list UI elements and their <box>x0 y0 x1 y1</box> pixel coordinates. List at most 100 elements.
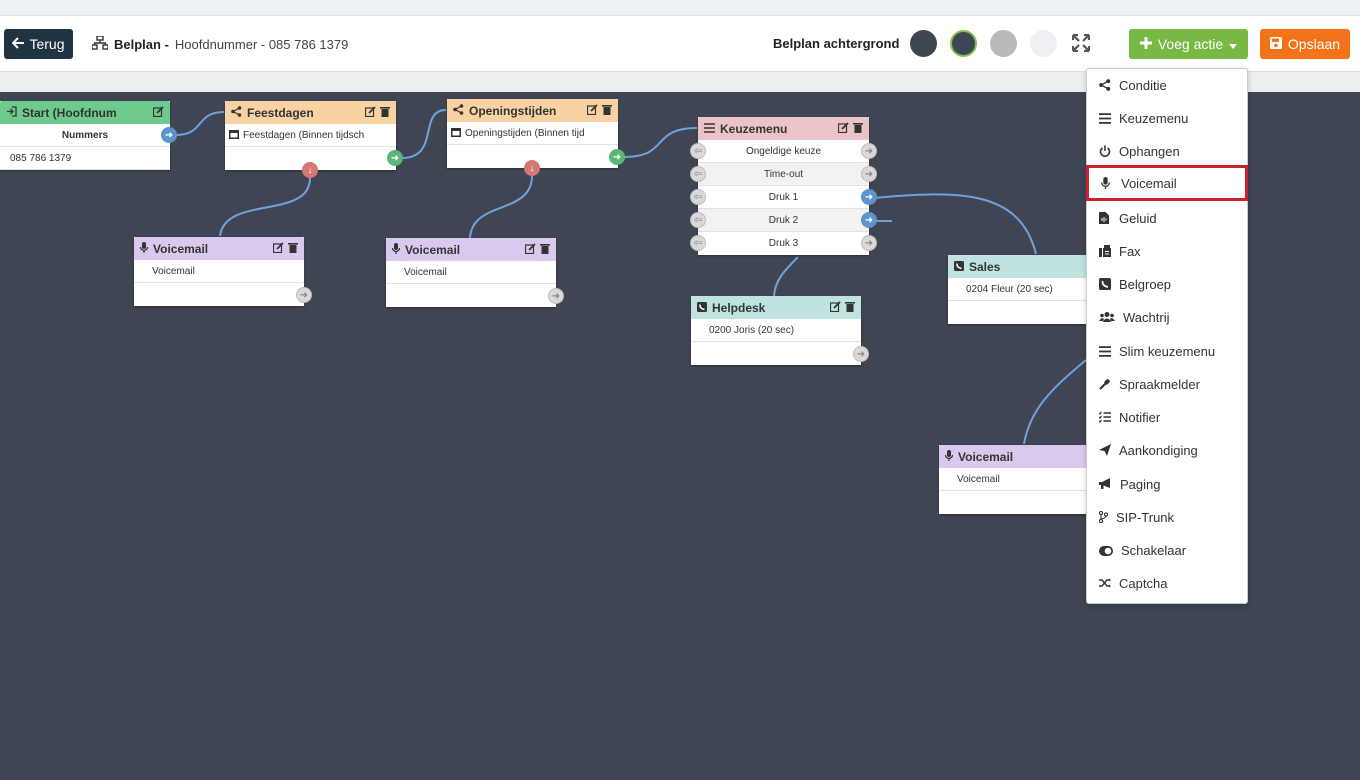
node-feestdagen-row: Feestdagen (Binnen tijdsch <box>225 124 396 147</box>
trash-icon[interactable] <box>845 301 855 315</box>
menu-item-sip-trunk[interactable]: SIP-Trunk <box>1087 502 1247 532</box>
menu-item-captcha[interactable]: Captcha <box>1087 568 1247 598</box>
node-voicemail-row: Voicemail <box>386 261 556 284</box>
edit-icon[interactable] <box>829 300 841 315</box>
edit-icon[interactable] <box>364 105 376 120</box>
menu-item-label: Belgroep <box>1119 276 1172 292</box>
trash-icon[interactable] <box>853 122 863 136</box>
port-feestdagen-down[interactable]: ↓ <box>302 162 318 178</box>
menu-item-label: Geluid <box>1119 210 1157 226</box>
node-helpdesk-row: 0200 Joris (20 sec) <box>691 319 861 342</box>
menu-item-label: Fax <box>1119 243 1141 259</box>
port-voicemail-out[interactable]: ➜ <box>296 287 312 303</box>
edit-icon[interactable] <box>524 242 536 257</box>
menu-item-conditie[interactable]: Conditie <box>1087 70 1247 100</box>
keuzemenu-option: Ongeldige keuze <box>698 140 869 163</box>
edit-icon[interactable] <box>272 241 284 256</box>
phone-square-icon <box>1099 278 1111 290</box>
trash-icon[interactable] <box>602 104 612 118</box>
port-voicemail-out[interactable]: ➜ <box>548 288 564 304</box>
node-voicemail-header: Voicemail <box>134 237 304 260</box>
port-start-out[interactable]: ➜ <box>161 127 177 143</box>
node-start[interactable]: Start (Hoofdnum Nummers 085 786 1379 <box>0 101 170 170</box>
port-keuzemenu-in[interactable]: ⇦ <box>690 143 706 159</box>
menu-item-ophangen[interactable]: Ophangen <box>1087 136 1247 166</box>
audio-file-icon <box>1099 212 1111 224</box>
port-feestdagen-out[interactable]: ➜ <box>387 150 403 166</box>
menu-item-label: Aankondiging <box>1119 442 1198 458</box>
menu-item-slim-keuzemenu[interactable]: Slim keuzemenu <box>1087 336 1247 366</box>
node-sales[interactable]: Sales 0204 Fleur (20 sec) <box>948 255 1098 324</box>
menu-item-fax[interactable]: Fax <box>1087 236 1247 266</box>
menu-item-label: Conditie <box>1119 77 1167 93</box>
node-openingstijden-row-label: Openingstijden (Binnen tijd <box>465 127 585 139</box>
add-action-menu: Conditie Keuzemenu Ophangen Voicemail Ge… <box>1086 68 1248 604</box>
keuzemenu-option: Druk 3 <box>768 238 799 249</box>
node-openingstijden[interactable]: Openingstijden Openingstijden (Binnen ti… <box>447 99 618 168</box>
node-voicemail-header: Voicemail <box>386 238 556 261</box>
port-keuzemenu-in[interactable]: ⇦ <box>690 189 706 205</box>
port-keuzemenu-out[interactable]: ➜ <box>861 235 877 251</box>
menu-item-aankondiging[interactable]: Aankondiging <box>1087 435 1247 465</box>
port-keuzemenu-out-active[interactable]: ➜ <box>861 189 877 205</box>
node-sales-row: 0204 Fleur (20 sec) <box>948 278 1098 301</box>
menu-item-label: Spraakmelder <box>1119 376 1200 392</box>
edit-icon[interactable] <box>586 103 598 118</box>
random-icon <box>1099 577 1111 589</box>
node-voicemail-1[interactable]: Voicemail Voicemail <box>134 237 304 306</box>
node-voicemail-3[interactable]: Voicemail Voicemail <box>939 445 1094 514</box>
port-keuzemenu-in[interactable]: ⇦ <box>690 235 706 251</box>
microphone-icon <box>139 241 149 256</box>
node-keuzemenu-header: Keuzemenu <box>698 117 869 140</box>
port-keuzemenu-out-active[interactable]: ➜ <box>861 212 877 228</box>
menu-item-wachtrij[interactable]: Wachtrij <box>1087 302 1247 332</box>
menu-item-label: Keuzemenu <box>1119 110 1189 126</box>
menu-item-geluid[interactable]: Geluid <box>1087 203 1247 233</box>
menu-item-schakelaar[interactable]: Schakelaar <box>1087 535 1247 565</box>
users-icon <box>1099 311 1115 323</box>
port-keuzemenu-in[interactable]: ⇦ <box>690 166 706 182</box>
node-voicemail-title: Voicemail <box>405 242 461 257</box>
node-voicemail-row: Voicemail <box>939 468 1094 491</box>
edit-icon[interactable] <box>152 105 164 120</box>
bullhorn-icon <box>1099 478 1112 490</box>
menu-item-notifier[interactable]: Notifier <box>1087 402 1247 432</box>
node-keuzemenu-title: Keuzemenu <box>720 121 788 136</box>
node-voicemail-header: Voicemail <box>939 445 1094 468</box>
microphone-icon <box>391 242 401 257</box>
trash-icon[interactable] <box>288 242 298 256</box>
edit-icon[interactable] <box>837 121 849 136</box>
menu-item-keuzemenu[interactable]: Keuzemenu <box>1087 103 1247 133</box>
port-openingstijden-down[interactable]: ↓ <box>524 160 540 176</box>
paper-plane-icon <box>1099 444 1111 456</box>
calendar-icon <box>229 129 239 142</box>
port-helpdesk-out[interactable]: ➜ <box>853 346 869 362</box>
node-feestdagen[interactable]: Feestdagen Feestdagen (Binnen tijdsch <box>225 101 396 170</box>
menu-item-paging[interactable]: Paging <box>1087 469 1247 499</box>
microphone-icon <box>944 449 954 464</box>
share-icon <box>1099 79 1111 91</box>
node-voicemail-2[interactable]: Voicemail Voicemail <box>386 238 556 307</box>
node-sales-header: Sales <box>948 255 1098 278</box>
node-keuzemenu[interactable]: Keuzemenu Ongeldige keuze Time-out Druk … <box>698 117 869 255</box>
node-start-row-number: 085 786 1379 <box>0 147 170 170</box>
node-helpdesk[interactable]: Helpdesk 0200 Joris (20 sec) <box>691 296 861 365</box>
menu-item-voicemail[interactable]: Voicemail <box>1086 165 1248 201</box>
node-start-title: Start (Hoofdnum <box>22 105 117 120</box>
menu-item-belgroep[interactable]: Belgroep <box>1087 269 1247 299</box>
node-openingstijden-title: Openingstijden <box>469 103 557 118</box>
trash-icon[interactable] <box>540 243 550 257</box>
port-keuzemenu-out[interactable]: ➜ <box>861 166 877 182</box>
share-icon <box>231 105 242 120</box>
code-branch-icon <box>1098 510 1109 524</box>
menu-item-spraakmelder[interactable]: Spraakmelder <box>1087 369 1247 399</box>
port-keuzemenu-in[interactable]: ⇦ <box>690 212 706 228</box>
keuzemenu-option: Druk 2 <box>698 209 869 232</box>
node-feestdagen-row-label: Feestdagen (Binnen tijdsch <box>243 129 365 141</box>
port-openingstijden-out[interactable]: ➜ <box>609 149 625 165</box>
toggle-icon <box>1099 544 1113 556</box>
port-keuzemenu-out[interactable]: ➜ <box>861 143 877 159</box>
node-helpdesk-header: Helpdesk <box>691 296 861 319</box>
node-sales-title: Sales <box>969 259 1001 274</box>
trash-icon[interactable] <box>380 106 390 120</box>
